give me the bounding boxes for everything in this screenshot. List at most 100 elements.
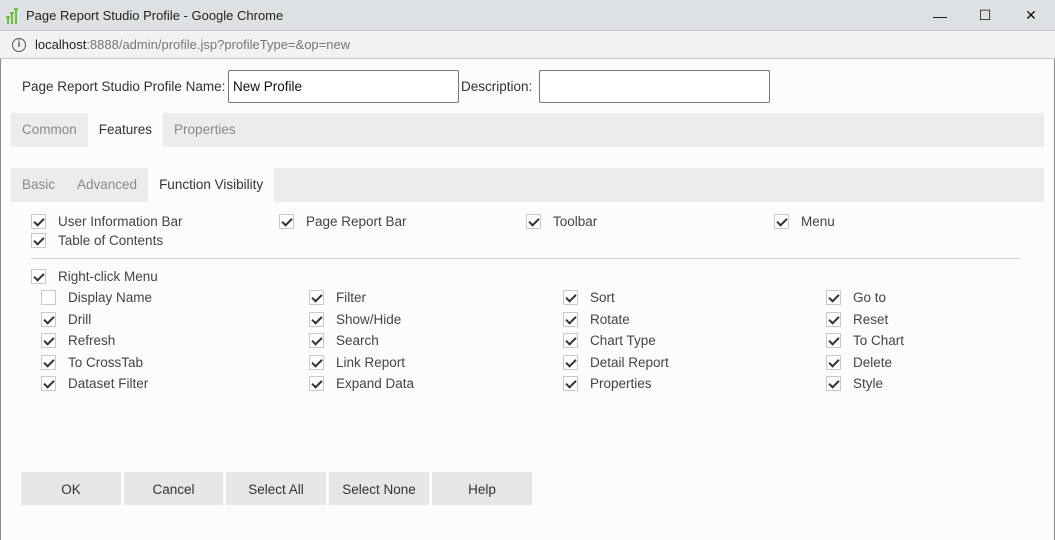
option-label: Search: [336, 332, 379, 348]
checkbox[interactable]: [826, 311, 841, 327]
option-label: Show/Hide: [336, 311, 402, 327]
right-click-item-show-hide[interactable]: Show/Hide: [309, 310, 401, 328]
option-user-information-bar[interactable]: User Information Bar: [31, 212, 183, 230]
minimize-button[interactable]: —: [917, 0, 963, 31]
option-label: Go to: [853, 289, 887, 305]
checkbox[interactable]: [563, 375, 578, 391]
right-click-item-display-name[interactable]: Display Name: [41, 288, 152, 306]
url-path: :8888/admin/profile.jsp?profileType=&op=…: [86, 37, 351, 52]
window-titlebar: Page Report Studio Profile - Google Chro…: [0, 0, 1055, 31]
right-click-item-detail-report[interactable]: Detail Report: [563, 353, 669, 371]
checkbox[interactable]: [826, 289, 841, 305]
option-label: Rotate: [590, 311, 630, 327]
select-all-button[interactable]: Select All: [226, 472, 326, 505]
info-icon[interactable]: i: [12, 38, 26, 52]
checkbox[interactable]: [774, 213, 789, 229]
maximize-icon: ☐: [978, 7, 992, 23]
right-click-item-to-chart[interactable]: To Chart: [826, 331, 904, 349]
tab-features[interactable]: Features: [87, 113, 164, 147]
option-page-report-bar[interactable]: Page Report Bar: [279, 212, 407, 230]
tab-basic[interactable]: Basic: [11, 168, 66, 202]
checkbox[interactable]: [31, 232, 46, 248]
cancel-button[interactable]: Cancel: [124, 472, 223, 505]
main-tabbar: Common Features Properties: [11, 113, 1044, 147]
right-click-item-delete[interactable]: Delete: [826, 353, 892, 371]
right-click-item-sort[interactable]: Sort: [563, 288, 615, 306]
right-click-item-search[interactable]: Search: [309, 331, 379, 349]
description-label: Description:: [461, 79, 533, 94]
checkbox[interactable]: [526, 213, 541, 229]
tab-properties[interactable]: Properties: [163, 113, 247, 147]
ok-button[interactable]: OK: [21, 472, 121, 505]
checkbox[interactable]: [279, 213, 294, 229]
checkbox[interactable]: [31, 268, 46, 284]
option-table-of-contents[interactable]: Table of Contents: [31, 231, 163, 249]
checkbox[interactable]: [41, 311, 56, 327]
checkbox[interactable]: [41, 354, 56, 370]
window-border: [0, 59, 1, 540]
option-label: Toolbar: [553, 213, 598, 229]
checkbox[interactable]: [309, 354, 324, 370]
url-host: localhost: [35, 37, 87, 52]
option-label: Dataset Filter: [68, 375, 149, 391]
right-click-item-rotate[interactable]: Rotate: [563, 310, 630, 328]
right-click-item-filter[interactable]: Filter: [309, 288, 366, 306]
sub-tabbar: Basic Advanced Function Visibility: [11, 168, 1044, 202]
checkbox[interactable]: [563, 354, 578, 370]
checkbox[interactable]: [31, 213, 46, 229]
url-text[interactable]: localhost:8888/admin/profile.jsp?profile…: [35, 37, 350, 52]
option-label: Properties: [590, 375, 652, 391]
close-window-button[interactable]: ✕: [1008, 0, 1054, 31]
help-button[interactable]: Help: [432, 472, 532, 505]
right-click-item-expand-data[interactable]: Expand Data: [309, 374, 414, 392]
tab-advanced[interactable]: Advanced: [66, 168, 148, 202]
app-logo-icon: [6, 8, 20, 24]
right-click-item-drill[interactable]: Drill: [41, 310, 91, 328]
option-label: Expand Data: [336, 375, 415, 391]
right-click-item-properties[interactable]: Properties: [563, 374, 652, 392]
option-toolbar[interactable]: Toolbar: [526, 212, 597, 230]
right-click-item-go-to[interactable]: Go to: [826, 288, 886, 306]
window-title: Page Report Studio Profile - Google Chro…: [26, 8, 284, 23]
checkbox[interactable]: [309, 289, 324, 305]
right-click-item-chart-type[interactable]: Chart Type: [563, 331, 656, 349]
option-label: Delete: [853, 354, 893, 370]
right-click-item-style[interactable]: Style: [826, 374, 883, 392]
checkbox[interactable]: [41, 332, 56, 348]
right-click-item-link-report[interactable]: Link Report: [309, 353, 405, 371]
right-click-item-reset[interactable]: Reset: [826, 310, 888, 328]
address-bar[interactable]: i localhost:8888/admin/profile.jsp?profi…: [0, 31, 1055, 59]
profile-name-input[interactable]: [228, 70, 459, 103]
checkbox[interactable]: [309, 311, 324, 327]
option-label: Refresh: [68, 332, 116, 348]
right-click-item-to-crosstab[interactable]: To CrossTab: [41, 353, 143, 371]
maximize-button[interactable]: ☐: [962, 0, 1008, 31]
checkbox[interactable]: [309, 332, 324, 348]
section-divider: [31, 258, 1021, 259]
right-click-item-refresh[interactable]: Refresh: [41, 331, 115, 349]
tab-function-visibility[interactable]: Function Visibility: [148, 168, 275, 202]
option-label: User Information Bar: [58, 213, 183, 229]
checkbox[interactable]: [826, 375, 841, 391]
select-none-button[interactable]: Select None: [329, 472, 429, 505]
option-menu[interactable]: Menu: [774, 212, 835, 230]
checkbox[interactable]: [563, 332, 578, 348]
checkbox[interactable]: [41, 375, 56, 391]
tab-common[interactable]: Common: [11, 113, 88, 147]
option-label: Style: [853, 375, 884, 391]
option-label: Page Report Bar: [306, 213, 407, 229]
option-label: Table of Contents: [58, 232, 164, 248]
checkbox[interactable]: [826, 354, 841, 370]
option-right-click-menu[interactable]: Right-click Menu: [31, 267, 158, 285]
right-click-item-dataset-filter[interactable]: Dataset Filter: [41, 374, 148, 392]
description-input[interactable]: [539, 70, 770, 103]
checkbox[interactable]: [309, 375, 324, 391]
close-icon: ✕: [1025, 7, 1037, 23]
option-label: Drill: [68, 311, 92, 327]
checkbox[interactable]: [826, 332, 841, 348]
option-label: Chart Type: [590, 332, 656, 348]
checkbox[interactable]: [563, 311, 578, 327]
option-label: To Chart: [853, 332, 905, 348]
checkbox[interactable]: [41, 289, 56, 305]
checkbox[interactable]: [563, 289, 578, 305]
